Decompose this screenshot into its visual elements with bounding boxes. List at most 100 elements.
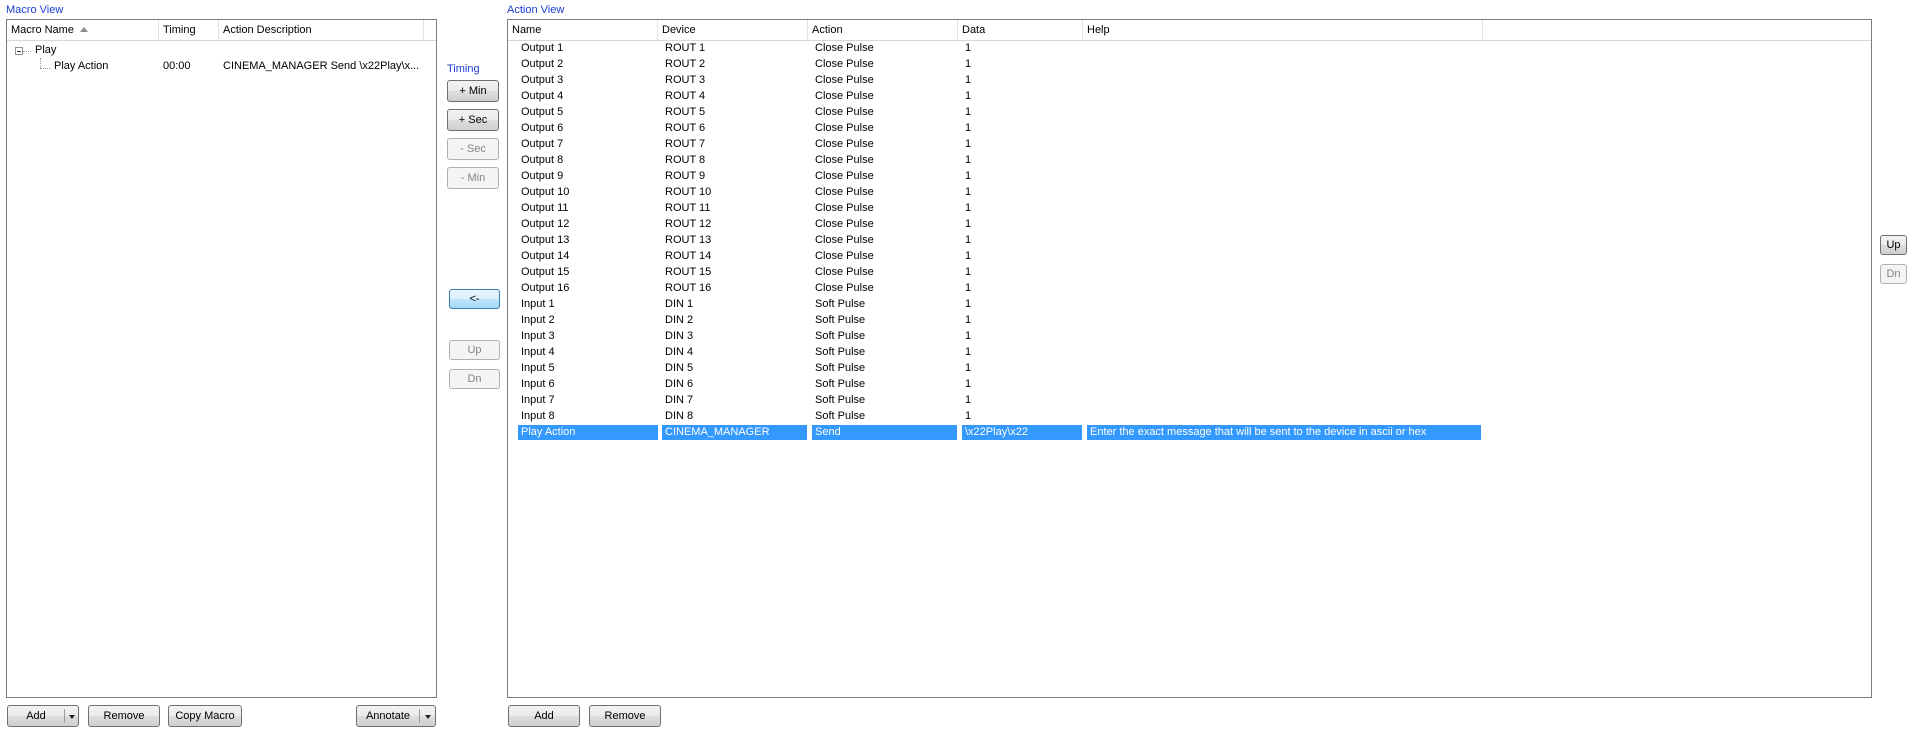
- table-row[interactable]: Input 8 DIN 8 Soft Pulse 1: [508, 409, 1871, 425]
- column-action-description[interactable]: Action Description: [219, 20, 424, 40]
- tree-item-play-action[interactable]: Play Action 00:00 CINEMA_MANAGER Send \x…: [7, 58, 436, 74]
- plus-sec-button[interactable]: + Sec: [447, 109, 499, 131]
- add-macro-button[interactable]: Add: [8, 706, 64, 726]
- cell-name: Output 5: [521, 106, 564, 118]
- tree-item-play[interactable]: Play: [35, 42, 56, 58]
- cell-device: ROUT 2: [665, 58, 706, 70]
- table-row[interactable]: Input 2 DIN 2 Soft Pulse 1: [508, 313, 1871, 329]
- cell-data: 1: [965, 346, 972, 358]
- column-macro-name-label: Macro Name: [11, 24, 74, 36]
- cell-name: Input 1: [521, 298, 555, 310]
- cell-data: 1: [965, 138, 972, 150]
- cell-data: 1: [965, 42, 972, 54]
- cell-data: 1: [965, 362, 972, 374]
- table-row[interactable]: Input 1 DIN 1 Soft Pulse 1: [508, 297, 1871, 313]
- table-row[interactable]: Input 6 DIN 6 Soft Pulse 1: [508, 377, 1871, 393]
- table-row[interactable]: Output 14 ROUT 14 Close Pulse 1: [508, 249, 1871, 265]
- column-macro-name[interactable]: Macro Name: [7, 20, 159, 40]
- tree-connector: [23, 51, 31, 52]
- plus-min-button[interactable]: + Min: [447, 80, 499, 102]
- cell-action: Send: [812, 425, 957, 440]
- right-up-button[interactable]: Up: [1880, 235, 1907, 255]
- copy-macro-button[interactable]: Copy Macro: [168, 705, 242, 727]
- cell-device: DIN 4: [665, 346, 694, 358]
- table-row[interactable]: Output 11 ROUT 11 Close Pulse 1: [508, 201, 1871, 217]
- right-down-button[interactable]: Dn: [1880, 264, 1907, 284]
- move-up-button[interactable]: Up: [449, 340, 500, 360]
- column-timing[interactable]: Timing: [159, 20, 219, 40]
- cell-device: ROUT 16: [665, 282, 712, 294]
- table-row[interactable]: Input 3 DIN 3 Soft Pulse 1: [508, 329, 1871, 345]
- cell-action: Close Pulse: [815, 202, 874, 214]
- table-row[interactable]: Output 1 ROUT 1 Close Pulse 1: [508, 41, 1871, 57]
- table-row[interactable]: Output 8 ROUT 8 Close Pulse 1: [508, 153, 1871, 169]
- cell-help: [1087, 361, 1481, 376]
- cell-help: [1087, 105, 1481, 120]
- table-row[interactable]: Output 3 ROUT 3 Close Pulse 1: [508, 73, 1871, 89]
- action-view-title: Action View: [507, 4, 565, 16]
- move-left-button[interactable]: <-: [449, 289, 500, 309]
- table-row[interactable]: Output 5 ROUT 5 Close Pulse 1: [508, 105, 1871, 121]
- column-data[interactable]: Data: [958, 20, 1083, 40]
- cell-data: 1: [965, 122, 972, 134]
- column-action[interactable]: Action: [808, 20, 958, 40]
- cell-device: DIN 8: [665, 410, 694, 422]
- cell-device: ROUT 6: [665, 122, 706, 134]
- remove-macro-button[interactable]: Remove: [88, 705, 160, 727]
- add-macro-split-button[interactable]: Add: [7, 705, 79, 727]
- cell-device: ROUT 4: [665, 90, 706, 102]
- remove-action-button[interactable]: Remove: [589, 705, 661, 727]
- column-device[interactable]: Device: [658, 20, 808, 40]
- cell-device: ROUT 3: [665, 74, 706, 86]
- minus-sec-button[interactable]: - Sec: [447, 138, 499, 160]
- table-row[interactable]: Output 13 ROUT 13 Close Pulse 1: [508, 233, 1871, 249]
- cell-action: Close Pulse: [815, 90, 874, 102]
- table-row[interactable]: Play Action CINEMA_MANAGER Send \x22Play\x2…: [508, 425, 1871, 441]
- table-row[interactable]: Output 9 ROUT 9 Close Pulse 1: [508, 169, 1871, 185]
- cell-device: ROUT 14: [665, 250, 712, 262]
- column-help[interactable]: Help: [1083, 20, 1483, 40]
- table-row[interactable]: Output 15 ROUT 15 Close Pulse 1: [508, 265, 1871, 281]
- table-row[interactable]: Output 7 ROUT 7 Close Pulse 1: [508, 137, 1871, 153]
- cell-data: 1: [965, 218, 972, 230]
- table-row[interactable]: Output 6 ROUT 6 Close Pulse 1: [508, 121, 1871, 137]
- cell-device: ROUT 15: [665, 266, 712, 278]
- cell-data: 1: [965, 234, 972, 246]
- chevron-down-icon[interactable]: [425, 715, 431, 719]
- table-row[interactable]: Input 7 DIN 7 Soft Pulse 1: [508, 393, 1871, 409]
- add-action-button[interactable]: Add: [508, 705, 580, 727]
- cell-action: Soft Pulse: [815, 298, 866, 310]
- annotate-button[interactable]: Annotate: [357, 706, 419, 726]
- cell-help: [1087, 377, 1481, 392]
- table-row[interactable]: Output 16 ROUT 16 Close Pulse 1: [508, 281, 1871, 297]
- macro-tree[interactable]: Macro Name Timing Action Description Pla…: [6, 19, 437, 698]
- cell-action: Soft Pulse: [815, 346, 866, 358]
- move-down-button[interactable]: Dn: [449, 369, 500, 389]
- cell-data: 1: [965, 250, 972, 262]
- minus-min-button[interactable]: - Min: [447, 167, 499, 189]
- chevron-down-icon[interactable]: [69, 715, 75, 719]
- table-row[interactable]: Output 2 ROUT 2 Close Pulse 1: [508, 57, 1871, 73]
- cell-action: Close Pulse: [815, 42, 874, 54]
- cell-help: [1087, 57, 1481, 72]
- cell-data: 1: [965, 154, 972, 166]
- cell-action: Soft Pulse: [815, 314, 866, 326]
- table-row[interactable]: Output 4 ROUT 4 Close Pulse 1: [508, 89, 1871, 105]
- cell-device: CINEMA_MANAGER: [662, 425, 807, 440]
- cell-help: [1087, 121, 1481, 136]
- collapse-icon[interactable]: [15, 47, 23, 55]
- cell-help: [1087, 393, 1481, 408]
- table-row[interactable]: Output 10 ROUT 10 Close Pulse 1: [508, 185, 1871, 201]
- cell-name: Output 11: [521, 202, 569, 214]
- column-name[interactable]: Name: [508, 20, 658, 40]
- table-row[interactable]: Input 4 DIN 4 Soft Pulse 1: [508, 345, 1871, 361]
- cell-data: 1: [965, 106, 972, 118]
- cell-help: [1087, 329, 1481, 344]
- annotate-split-button[interactable]: Annotate: [356, 705, 436, 727]
- cell-action: Close Pulse: [815, 154, 874, 166]
- cell-help: [1087, 89, 1481, 104]
- table-row[interactable]: Output 12 ROUT 12 Close Pulse 1: [508, 217, 1871, 233]
- action-list[interactable]: Name Device Action Data Help Output 1 ROU…: [507, 19, 1872, 698]
- table-row[interactable]: Input 5 DIN 5 Soft Pulse 1: [508, 361, 1871, 377]
- cell-help: [1087, 313, 1481, 328]
